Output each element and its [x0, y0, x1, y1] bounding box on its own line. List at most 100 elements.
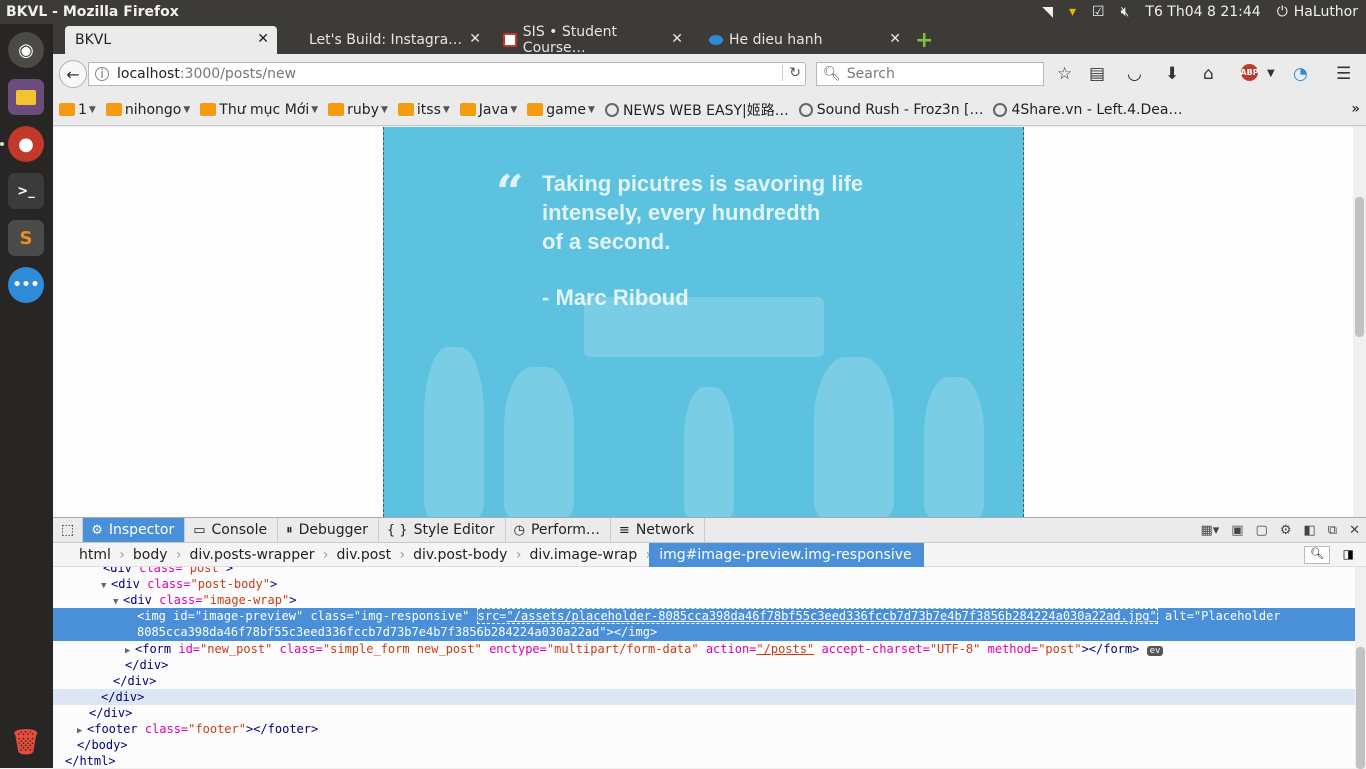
- back-button[interactable]: ←: [59, 60, 87, 88]
- trash-icon[interactable]: 🗑︎: [8, 724, 44, 760]
- bookmark-folder[interactable]: nihongo ▼: [105, 102, 190, 118]
- firefox-icon[interactable]: ●: [8, 126, 44, 162]
- markup-line[interactable]: ▼ <div class="image-wrap">: [53, 592, 1355, 608]
- reading-list-icon[interactable]: ▤: [1089, 64, 1105, 84]
- tab-bkvl[interactable]: BKVL ✕: [65, 26, 277, 54]
- files-icon[interactable]: [8, 79, 44, 115]
- markup-line[interactable]: <div class="post">: [53, 567, 1355, 576]
- markup-line[interactable]: </div>: [53, 689, 1355, 705]
- url-host: localhost: [117, 66, 180, 82]
- page-scrollbar-thumb[interactable]: [1355, 197, 1364, 337]
- markup-line[interactable]: ▶ <form id="new_post" class="simple_form …: [53, 641, 1355, 657]
- markup-search-icon[interactable]: 🔍︎: [1304, 546, 1330, 564]
- pocket-icon[interactable]: ◡: [1127, 64, 1142, 84]
- bookmark-star-icon[interactable]: ☆: [1057, 64, 1072, 84]
- sublime-text-icon[interactable]: S: [8, 220, 44, 256]
- settings-icon[interactable]: ⚙: [1280, 523, 1292, 538]
- close-devtools-icon[interactable]: ✕: [1349, 523, 1360, 538]
- terminal-icon[interactable]: >_: [8, 173, 44, 209]
- tab-network[interactable]: ≡ Network: [611, 518, 706, 542]
- bookmark-folder[interactable]: Java ▼: [459, 102, 517, 118]
- breadcrumb-item[interactable]: div.image-wrap: [519, 543, 651, 567]
- bookmark-link[interactable]: Sound Rush - Froz3n […: [798, 102, 983, 118]
- breadcrumb-item[interactable]: html: [69, 543, 125, 567]
- markup-line[interactable]: </div>: [53, 705, 1355, 721]
- event-badge[interactable]: ev: [1146, 646, 1164, 656]
- breadcrumb-item[interactable]: div.post: [326, 543, 404, 567]
- undock-icon[interactable]: ⧉: [1328, 523, 1337, 538]
- messenger-icon[interactable]: ◔: [1293, 64, 1308, 84]
- breadcrumb-item-selected[interactable]: img#image-preview.img-responsive: [649, 542, 924, 567]
- markup-scrollbar-thumb[interactable]: [1356, 647, 1365, 769]
- markup-line[interactable]: </body>: [53, 737, 1355, 753]
- home-icon[interactable]: ⌂: [1203, 64, 1214, 84]
- tab-performance[interactable]: ◷ Perform…: [506, 518, 611, 542]
- tab-console[interactable]: ▭ Console: [185, 518, 279, 542]
- adblock-icon[interactable]: ABP: [1240, 64, 1259, 81]
- markup-line[interactable]: </html>: [53, 753, 1355, 769]
- dock-side-icon[interactable]: ◧: [1304, 523, 1316, 538]
- page-scrollbar[interactable]: [1353, 127, 1366, 517]
- network-monitor-icon[interactable]: ▾: [1061, 0, 1084, 24]
- bookmark-label: NEWS WEB EASY|姬路…: [622, 102, 789, 119]
- wifi-icon[interactable]: ◥: [1034, 0, 1061, 24]
- markup-line[interactable]: ▶ <footer class="footer"></footer>: [53, 721, 1355, 737]
- ubuntu-dash-icon[interactable]: ◉: [8, 32, 44, 68]
- bookmark-folder[interactable]: 1 ▼: [59, 102, 96, 118]
- markup-line-selected[interactable]: <img id="image-preview" class="img-respo…: [53, 608, 1355, 641]
- bookmark-label: ruby: [347, 101, 379, 118]
- task-check-icon[interactable]: ☑: [1084, 0, 1113, 24]
- sidebar-toggle-icon[interactable]: ◨: [1343, 547, 1354, 561]
- bookmark-link[interactable]: 4Share.vn - Left.4.Dea…: [993, 102, 1182, 118]
- pick-element-button[interactable]: ⬚: [53, 518, 84, 542]
- screenshot-icon[interactable]: ▢: [1256, 523, 1268, 538]
- markup-scrollbar[interactable]: [1355, 567, 1366, 769]
- markup-line[interactable]: </div>: [53, 673, 1355, 689]
- markup-line[interactable]: ▼ <div class="post-body">: [53, 576, 1355, 592]
- markup-attr-value[interactable]: "/posts": [756, 642, 814, 656]
- network-icon: ≡: [618, 522, 630, 538]
- split-view-icon[interactable]: ▦▾: [1200, 523, 1219, 538]
- menu-icon[interactable]: ☰: [1336, 64, 1351, 84]
- markup-attr-value[interactable]: "/assets/placeholder-8085cca398da46f78bf…: [507, 609, 1157, 623]
- bookmarks-overflow-icon[interactable]: »: [1351, 101, 1360, 117]
- close-tab-icon[interactable]: ✕: [671, 31, 683, 47]
- bookmark-folder[interactable]: ruby ▼: [328, 102, 388, 118]
- tab-style-editor[interactable]: { } Style Editor: [379, 518, 506, 542]
- site-info-icon[interactable]: i: [95, 67, 109, 81]
- reload-icon[interactable]: ↻: [782, 65, 801, 81]
- clock[interactable]: T6 Th04 8 21:44: [1137, 0, 1268, 24]
- user-menu[interactable]: ⏻ HaLuthor: [1269, 0, 1366, 24]
- breadcrumb-item[interactable]: div.posts-wrapper: [180, 543, 329, 567]
- breadcrumb-item[interactable]: div.post-body: [403, 543, 522, 567]
- quote-mark: “: [496, 165, 524, 221]
- tab-sis[interactable]: SIS • Student Course… ✕: [493, 24, 691, 56]
- markup-view: <div class="post"> ▼ <div class="post-bod…: [53, 567, 1366, 769]
- tab-label: Perform…: [530, 522, 600, 538]
- url-bar[interactable]: i localhost:3000/posts/new ↻: [88, 62, 806, 86]
- bookmark-label: itss: [416, 101, 441, 118]
- tab-inspector[interactable]: ⚙ Inspector: [83, 518, 186, 542]
- downloads-icon[interactable]: ⬇: [1165, 64, 1179, 84]
- photo-figure: [504, 367, 574, 517]
- adblock-dropdown-icon[interactable]: ▼: [1267, 68, 1275, 79]
- bookmark-folder[interactable]: game ▼: [527, 102, 595, 118]
- volume-mute-icon[interactable]: 🔇︎: [1113, 0, 1138, 24]
- markup-line[interactable]: </div>: [53, 657, 1355, 673]
- bookmark-link[interactable]: NEWS WEB EASY|姬路…: [604, 100, 789, 120]
- close-tab-icon[interactable]: ✕: [469, 31, 481, 47]
- markup-attr-value: "Placeholder: [1193, 609, 1281, 623]
- tab-he-dieu-hanh[interactable]: He dieu hanh ✕: [699, 26, 909, 54]
- tab-lets-build[interactable]: Let's Build: Instagra… ✕: [299, 26, 489, 54]
- new-tab-button[interactable]: +: [915, 28, 933, 53]
- breadcrumb-item[interactable]: body: [123, 543, 181, 567]
- search-box[interactable]: 🔍︎ Search: [816, 62, 1044, 86]
- markup-src-attr[interactable]: src="/assets/placeholder-8085cca398da46f…: [476, 608, 1158, 624]
- more-apps-icon[interactable]: •••: [8, 267, 44, 303]
- bookmark-folder[interactable]: Thư mục Mới ▼: [200, 102, 318, 118]
- tab-debugger[interactable]: ⏸ Debugger: [278, 518, 379, 542]
- close-tab-icon[interactable]: ✕: [889, 31, 901, 47]
- close-tab-icon[interactable]: ✕: [257, 31, 269, 47]
- bookmark-folder[interactable]: itss ▼: [397, 101, 450, 118]
- responsive-icon[interactable]: ▣: [1231, 523, 1243, 538]
